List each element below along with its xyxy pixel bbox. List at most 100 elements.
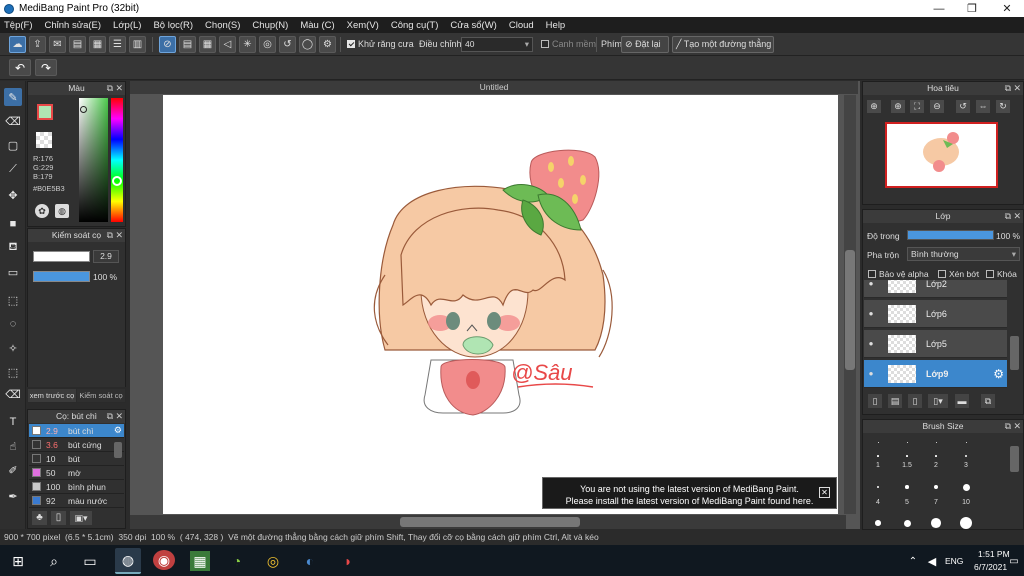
fit-icon[interactable]: ⛶ bbox=[910, 100, 924, 113]
brush-menu-icon[interactable]: ▣▾ bbox=[70, 511, 92, 525]
folder-icon[interactable]: ▬ bbox=[955, 394, 969, 408]
windows-start-icon[interactable]: ⊞ bbox=[8, 551, 28, 571]
brush-size-option[interactable] bbox=[959, 516, 973, 530]
vertical-scroll-thumb[interactable] bbox=[845, 250, 855, 370]
document-tab[interactable]: Untitled bbox=[130, 81, 858, 94]
protect-alpha-checkbox[interactable]: Bảo vệ alpha bbox=[868, 269, 929, 279]
menu-file[interactable]: Tệp(F) bbox=[4, 20, 33, 31]
brush-size-option[interactable] bbox=[965, 442, 967, 443]
brush-size-option[interactable] bbox=[876, 485, 880, 489]
snap-radial-icon[interactable]: ✳ bbox=[239, 36, 256, 53]
brush-size-option[interactable] bbox=[875, 520, 881, 526]
clipping-check-box[interactable] bbox=[938, 270, 946, 278]
navigator-preview[interactable] bbox=[885, 122, 998, 188]
task-view-icon[interactable]: ▭ bbox=[80, 551, 100, 571]
new-layer-icon[interactable]: ▯ bbox=[868, 394, 882, 408]
clipping-checkbox[interactable]: Xén bớt bbox=[938, 269, 979, 279]
new-8bit-layer-icon[interactable]: ▯ bbox=[908, 394, 922, 408]
android-taskbar-icon[interactable]: ◔ bbox=[227, 551, 247, 571]
menu-tools[interactable]: Công cụ(T) bbox=[391, 20, 439, 31]
zoom-out-icon[interactable]: ⊖ bbox=[930, 100, 944, 113]
brush-size-option[interactable] bbox=[962, 483, 970, 491]
create-line-button[interactable]: ╱ Tạo một đường thẳng bbox=[672, 36, 774, 53]
lock-checkbox[interactable]: Khóa bbox=[986, 269, 1017, 279]
fill-rect-tool-icon[interactable]: ■ bbox=[4, 215, 22, 233]
close-icon[interactable]: ✕ bbox=[115, 411, 123, 422]
operation-tool-icon[interactable]: ☝ bbox=[4, 437, 22, 455]
foreground-color-swatch[interactable] bbox=[37, 104, 53, 120]
comment-icon[interactable]: ✉ bbox=[49, 36, 66, 53]
share-icon[interactable]: ⇪ bbox=[29, 36, 46, 53]
brush-size-option[interactable] bbox=[906, 455, 908, 457]
minimize-button[interactable]: — bbox=[922, 0, 956, 17]
page-icon[interactable]: ▦ bbox=[89, 36, 106, 53]
magic-wand-tool-icon[interactable]: ✧ bbox=[4, 339, 22, 357]
list-icon[interactable]: ☰ bbox=[109, 36, 126, 53]
smooth-check-box[interactable] bbox=[541, 40, 549, 48]
dot-tool-icon[interactable]: ▢ bbox=[4, 136, 22, 154]
reset-button[interactable]: ⊘ Đặt lại bbox=[621, 36, 669, 53]
select-rect-tool-icon[interactable]: ⬚ bbox=[4, 291, 22, 309]
lasso-tool-icon[interactable]: ◌ bbox=[4, 315, 22, 333]
brush-size-option[interactable] bbox=[905, 485, 909, 489]
color-palette-icon[interactable]: ◍ bbox=[55, 204, 69, 218]
close-icon[interactable]: ✕ bbox=[1013, 421, 1021, 432]
brush-tool-icon[interactable]: ✎ bbox=[4, 88, 22, 106]
rotate-left-icon[interactable]: ↺ bbox=[956, 100, 970, 113]
brush-size-option[interactable] bbox=[877, 442, 879, 443]
eraser-tool-icon[interactable]: ⌫ bbox=[4, 112, 22, 130]
sv-cursor[interactable] bbox=[80, 106, 87, 113]
popout-icon[interactable]: ⧉ bbox=[107, 230, 113, 241]
smooth-checkbox[interactable]: Canh mềm bbox=[541, 39, 596, 49]
zoom-in-icon[interactable]: ⊕ bbox=[867, 100, 881, 113]
layer-row[interactable]: ● Lớp6 bbox=[864, 300, 1007, 328]
brush-size-option[interactable] bbox=[877, 455, 879, 457]
brush-size-option[interactable] bbox=[935, 455, 937, 457]
duplicate-layer-icon[interactable]: ⧉ bbox=[981, 394, 995, 408]
hue-cursor[interactable] bbox=[112, 176, 122, 186]
saturation-value-picker[interactable] bbox=[79, 98, 108, 222]
menu-view[interactable]: Xem(V) bbox=[347, 20, 379, 31]
select-eraser-tool-icon[interactable]: ⌫ bbox=[4, 385, 22, 403]
text-tool-icon[interactable]: T bbox=[4, 413, 22, 431]
layer-opacity-slider[interactable] bbox=[907, 230, 994, 240]
snap-off-icon[interactable]: ⊘ bbox=[159, 36, 176, 53]
select-pen-tool-icon[interactable]: ⬚ bbox=[4, 363, 22, 381]
protect-alpha-check-box[interactable] bbox=[868, 270, 876, 278]
brush-opacity-slider[interactable] bbox=[33, 271, 90, 282]
snap-settings-icon[interactable]: ⚙ bbox=[319, 36, 336, 53]
brush-size-scrollbar[interactable] bbox=[1010, 446, 1019, 472]
tray-chevron-icon[interactable]: ⌃ bbox=[903, 551, 923, 571]
brush-list-scrollbar[interactable] bbox=[114, 442, 122, 458]
transparent-color-swatch[interactable] bbox=[36, 132, 52, 148]
snap-curve-icon[interactable]: ↺ bbox=[279, 36, 296, 53]
brush-list-item[interactable]: 3.6 bút cứng bbox=[29, 438, 124, 452]
close-icon[interactable]: ✕ bbox=[1013, 211, 1021, 222]
brush-size-option[interactable] bbox=[931, 518, 941, 528]
drawing-canvas[interactable]: @Sâu bbox=[163, 95, 838, 514]
grid-icon[interactable]: ▥ bbox=[129, 36, 146, 53]
undo-icon[interactable]: ↶ bbox=[9, 59, 31, 76]
tab-brush-control[interactable]: Kiểm soát cọ bbox=[77, 389, 125, 402]
maximize-button[interactable]: ❐ bbox=[955, 0, 989, 17]
language-indicator[interactable]: ENG bbox=[945, 556, 963, 566]
brush-size-option[interactable] bbox=[935, 442, 937, 443]
eye-icon[interactable]: ● bbox=[864, 369, 878, 378]
menu-color[interactable]: Màu (C) bbox=[300, 20, 334, 31]
chrome-taskbar-icon[interactable]: ◎ bbox=[263, 551, 283, 571]
close-icon[interactable]: ✕ bbox=[115, 230, 123, 241]
popout-icon[interactable]: ⧉ bbox=[1005, 83, 1011, 94]
layer-list-scrollbar[interactable] bbox=[1010, 336, 1019, 370]
clock-date[interactable]: 6/7/2021 bbox=[974, 562, 1007, 572]
medibang-taskbar-icon[interactable]: ◍ bbox=[115, 548, 141, 574]
brush-settings-icon[interactable]: ⚙ bbox=[114, 425, 122, 436]
eyedropper-tool-icon[interactable]: ✒ bbox=[4, 487, 22, 505]
app-taskbar-icon[interactable]: ◉ bbox=[153, 550, 175, 570]
hue-slider[interactable] bbox=[111, 98, 123, 222]
antialias-checkbox[interactable]: Khử răng cưa bbox=[347, 39, 414, 49]
popout-icon[interactable]: ⧉ bbox=[1005, 211, 1011, 222]
redo-icon[interactable]: ↷ bbox=[35, 59, 57, 76]
close-icon[interactable]: ✕ bbox=[1013, 83, 1021, 94]
notification-icon[interactable]: ▭ bbox=[1004, 551, 1024, 571]
brush-size-option[interactable] bbox=[903, 519, 911, 527]
